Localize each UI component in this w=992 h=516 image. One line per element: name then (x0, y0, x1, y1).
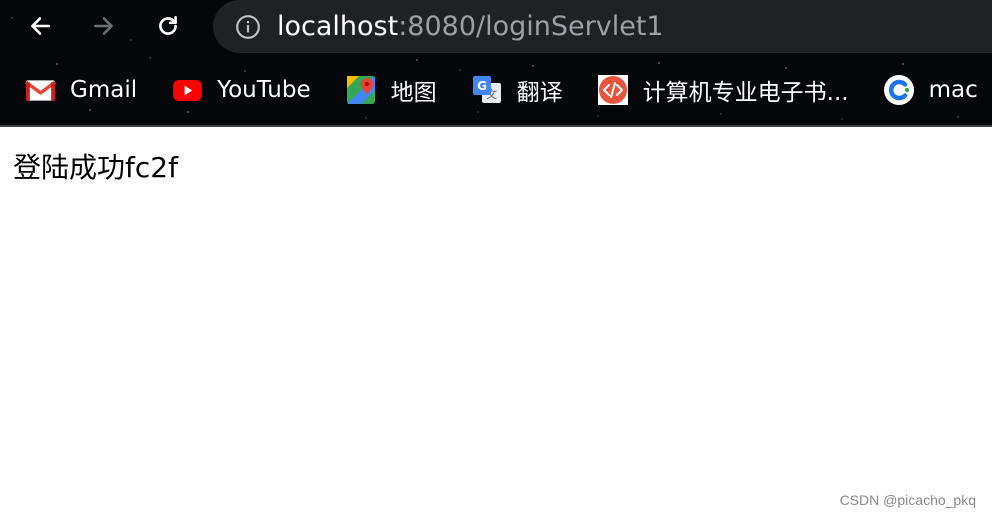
c-logo-icon (883, 74, 915, 106)
page-message: 登陆成功fc2f (13, 151, 178, 184)
url-text: localhost:8080/loginServlet1 (277, 11, 664, 42)
translate-icon: 文 G (471, 74, 503, 106)
bookmark-gmail[interactable]: Gmail (24, 66, 137, 114)
url-host: localhost (277, 11, 399, 42)
bookmark-maps[interactable]: 地图 (345, 66, 437, 114)
bookmark-mac[interactable]: mac (883, 66, 978, 114)
reload-icon (159, 16, 177, 35)
url-path: :8080/loginServlet1 (398, 11, 664, 42)
arrow-right-icon (94, 17, 113, 35)
maps-icon (345, 74, 377, 106)
bookmark-youtube[interactable]: YouTube (171, 66, 311, 114)
bookmarks-bar: Gmail YouTube 地图 文 G 翻译 计算机专业电子书... mac (0, 66, 992, 114)
bookmark-label: 地图 (390, 80, 437, 106)
youtube-icon (171, 74, 203, 106)
site-info-icon[interactable] (235, 14, 261, 40)
bookmark-label: mac (928, 77, 978, 103)
bookmark-ebooks[interactable]: 计算机专业电子书... (597, 66, 849, 114)
bookmark-label: Gmail (70, 77, 138, 103)
bookmark-translate[interactable]: 文 G 翻译 (471, 66, 563, 114)
watermark: CSDN @picacho_pkq (839, 492, 976, 508)
bookmark-label: 计算机专业电子书... (642, 80, 849, 106)
code-icon (597, 74, 629, 106)
bookmark-label: YouTube (217, 77, 311, 103)
bookmark-label: 翻译 (516, 80, 563, 106)
browser-chrome: localhost:8080/loginServlet1 Gmail YouTu… (0, 0, 992, 127)
reload-button[interactable] (150, 8, 186, 44)
gmail-icon (24, 74, 56, 106)
svg-text:G: G (477, 79, 487, 93)
address-bar[interactable]: localhost:8080/loginServlet1 (213, 0, 992, 53)
arrow-left-icon (31, 17, 50, 35)
back-button[interactable] (22, 8, 58, 44)
forward-button[interactable] (86, 8, 122, 44)
